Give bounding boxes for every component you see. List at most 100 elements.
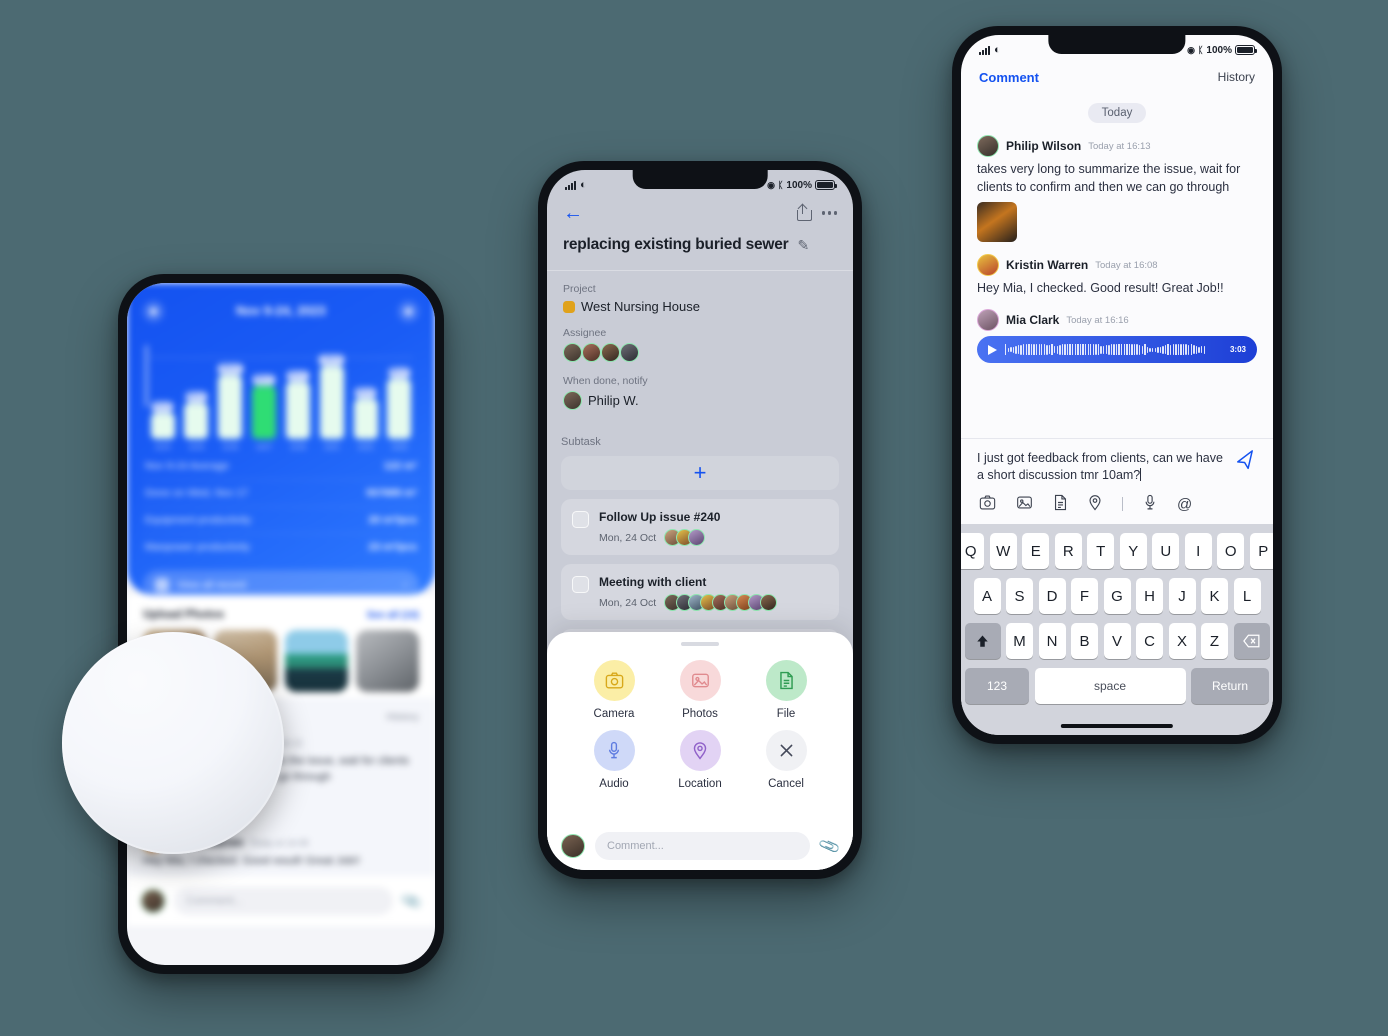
key-g[interactable]: G: [1103, 578, 1131, 614]
add-subtask-button[interactable]: +: [561, 456, 839, 490]
chart-bar[interactable]: 96 m² 11/23: [386, 368, 413, 451]
key-d[interactable]: D: [1038, 578, 1066, 614]
back-arrow-icon[interactable]: ←: [563, 203, 583, 223]
subtask-checkbox[interactable]: [572, 511, 589, 528]
key-j[interactable]: J: [1168, 578, 1196, 614]
sheet-grabber[interactable]: [681, 642, 719, 646]
subtask-content: Meeting with client Mon, 24 Oct: [599, 573, 828, 611]
tab-comment[interactable]: Comment: [979, 70, 1039, 85]
action-location[interactable]: Location: [657, 730, 743, 790]
subtask-date: Mon, 24 Oct: [599, 531, 657, 544]
stat-row: Equipment productivity 20 m²/pcs: [143, 506, 419, 533]
key-a[interactable]: A: [973, 578, 1001, 614]
photo-thumbnail[interactable]: [356, 630, 419, 692]
key-t[interactable]: T: [1087, 533, 1115, 569]
subtask-checkbox[interactable]: [572, 576, 589, 593]
key-w[interactable]: W: [989, 533, 1017, 569]
photos-title: Upload Photos: [143, 609, 225, 621]
key-n[interactable]: N: [1038, 623, 1066, 659]
stat-label: Nov 9-24 Average: [145, 460, 229, 472]
key-c[interactable]: C: [1136, 623, 1163, 659]
bar-rect: [218, 375, 243, 439]
file-icon[interactable]: [1053, 494, 1068, 514]
camera-icon[interactable]: [979, 495, 996, 513]
comment-input[interactable]: Comment...: [174, 887, 394, 915]
comment-item: Kristin Warren Today at 16:08 Hey Mia, I…: [977, 254, 1257, 297]
battery-percent: 100%: [786, 179, 812, 191]
key-l[interactable]: L: [1233, 578, 1261, 614]
key-v[interactable]: V: [1103, 623, 1131, 659]
key-i[interactable]: I: [1184, 533, 1212, 569]
location-pin-icon[interactable]: [1088, 494, 1102, 514]
tab-history[interactable]: History: [386, 711, 419, 723]
production-bar-chart: 42 m² 11/14 58 m² 11/15 104 m² 11/16 86 …: [145, 339, 413, 451]
action-cancel[interactable]: Cancel: [743, 730, 829, 790]
more-dots-icon[interactable]: [821, 211, 837, 215]
see-all-photos-link[interactable]: See all (10): [367, 610, 419, 621]
subtask-title: Meeting with client: [599, 575, 707, 589]
key-s[interactable]: S: [1006, 578, 1033, 614]
action-audio[interactable]: Audio: [571, 730, 657, 790]
key-k[interactable]: K: [1201, 578, 1228, 614]
chart-bar[interactable]: 58 m² 11/15: [183, 392, 210, 451]
paperclip-icon[interactable]: 📎: [399, 889, 424, 913]
chevron-left-icon[interactable]: [143, 300, 164, 322]
key-r[interactable]: R: [1054, 533, 1082, 569]
key-b[interactable]: B: [1071, 623, 1098, 659]
voice-message-player[interactable]: 3:03: [977, 336, 1257, 364]
bluetooth-icon: ᛕ: [1198, 45, 1204, 55]
key-m[interactable]: M: [1006, 623, 1033, 659]
paperclip-icon[interactable]: 📎: [817, 834, 842, 858]
notify-person-row[interactable]: Philip W.: [563, 391, 837, 410]
subtask-row[interactable]: Meeting with client Mon, 24 Oct: [561, 564, 839, 620]
avatar: [977, 135, 999, 157]
chart-bar[interactable]: 64 m² 11/22: [352, 388, 379, 451]
bar-tick-label: 11/17: [256, 444, 272, 451]
avatar: [620, 343, 639, 362]
microphone-icon[interactable]: [1143, 494, 1157, 514]
chart-bar[interactable]: 104 m² 11/16: [217, 364, 244, 451]
send-icon[interactable]: [1233, 447, 1259, 476]
comment-timestamp: Today at 16:13: [1088, 140, 1151, 152]
return-key[interactable]: Return: [1191, 668, 1269, 704]
comment-input[interactable]: I just got feedback from clients, can we…: [977, 450, 1226, 486]
key-y[interactable]: Y: [1119, 533, 1147, 569]
photos-icon[interactable]: [1016, 495, 1033, 513]
chevron-right-icon[interactable]: [397, 300, 419, 322]
action-camera[interactable]: Camera: [571, 660, 657, 720]
tab-history[interactable]: History: [1218, 70, 1255, 84]
mention-icon[interactable]: @: [1177, 497, 1192, 512]
field-label: Project: [563, 283, 596, 295]
backspace-icon[interactable]: [1233, 623, 1270, 659]
photo-thumbnail[interactable]: [285, 630, 348, 692]
chart-bar-highlighted[interactable]: 86 m² 11/17: [251, 375, 278, 451]
field-value-row[interactable]: West Nursing House: [563, 299, 837, 314]
chart-bar[interactable]: 118 m² 11/21: [318, 355, 345, 451]
key-u[interactable]: U: [1152, 533, 1180, 569]
nav-bar: Comment History: [961, 61, 1273, 93]
play-icon[interactable]: [988, 344, 997, 355]
key-x[interactable]: X: [1168, 623, 1196, 659]
action-photos[interactable]: Photos: [657, 660, 743, 720]
key-h[interactable]: H: [1136, 578, 1163, 614]
shift-icon[interactable]: [964, 623, 1001, 659]
share-icon[interactable]: [796, 203, 812, 221]
key-p[interactable]: P: [1249, 533, 1273, 569]
chart-bar[interactable]: 92 m² 11/18: [284, 371, 311, 451]
space-key[interactable]: space: [1034, 668, 1186, 704]
key-e[interactable]: E: [1022, 533, 1050, 569]
comment-image-attachment[interactable]: [977, 202, 1017, 243]
pencil-icon[interactable]: ✎: [798, 237, 810, 254]
key-o[interactable]: O: [1217, 533, 1245, 569]
comment-author: Kristin Warren: [1006, 258, 1089, 273]
alarm-icon: ◉: [1187, 44, 1195, 55]
assignee-avatars[interactable]: [563, 343, 837, 362]
chart-bar[interactable]: 42 m² 11/14: [149, 402, 176, 451]
comment-input[interactable]: Comment...: [595, 832, 811, 860]
action-file[interactable]: File: [743, 660, 829, 720]
subtask-row[interactable]: Follow Up issue #240 Mon, 24 Oct: [561, 499, 839, 555]
key-f[interactable]: F: [1071, 578, 1098, 614]
key-z[interactable]: Z: [1201, 623, 1228, 659]
numbers-key[interactable]: 123: [965, 668, 1029, 704]
key-q[interactable]: Q: [961, 533, 985, 569]
